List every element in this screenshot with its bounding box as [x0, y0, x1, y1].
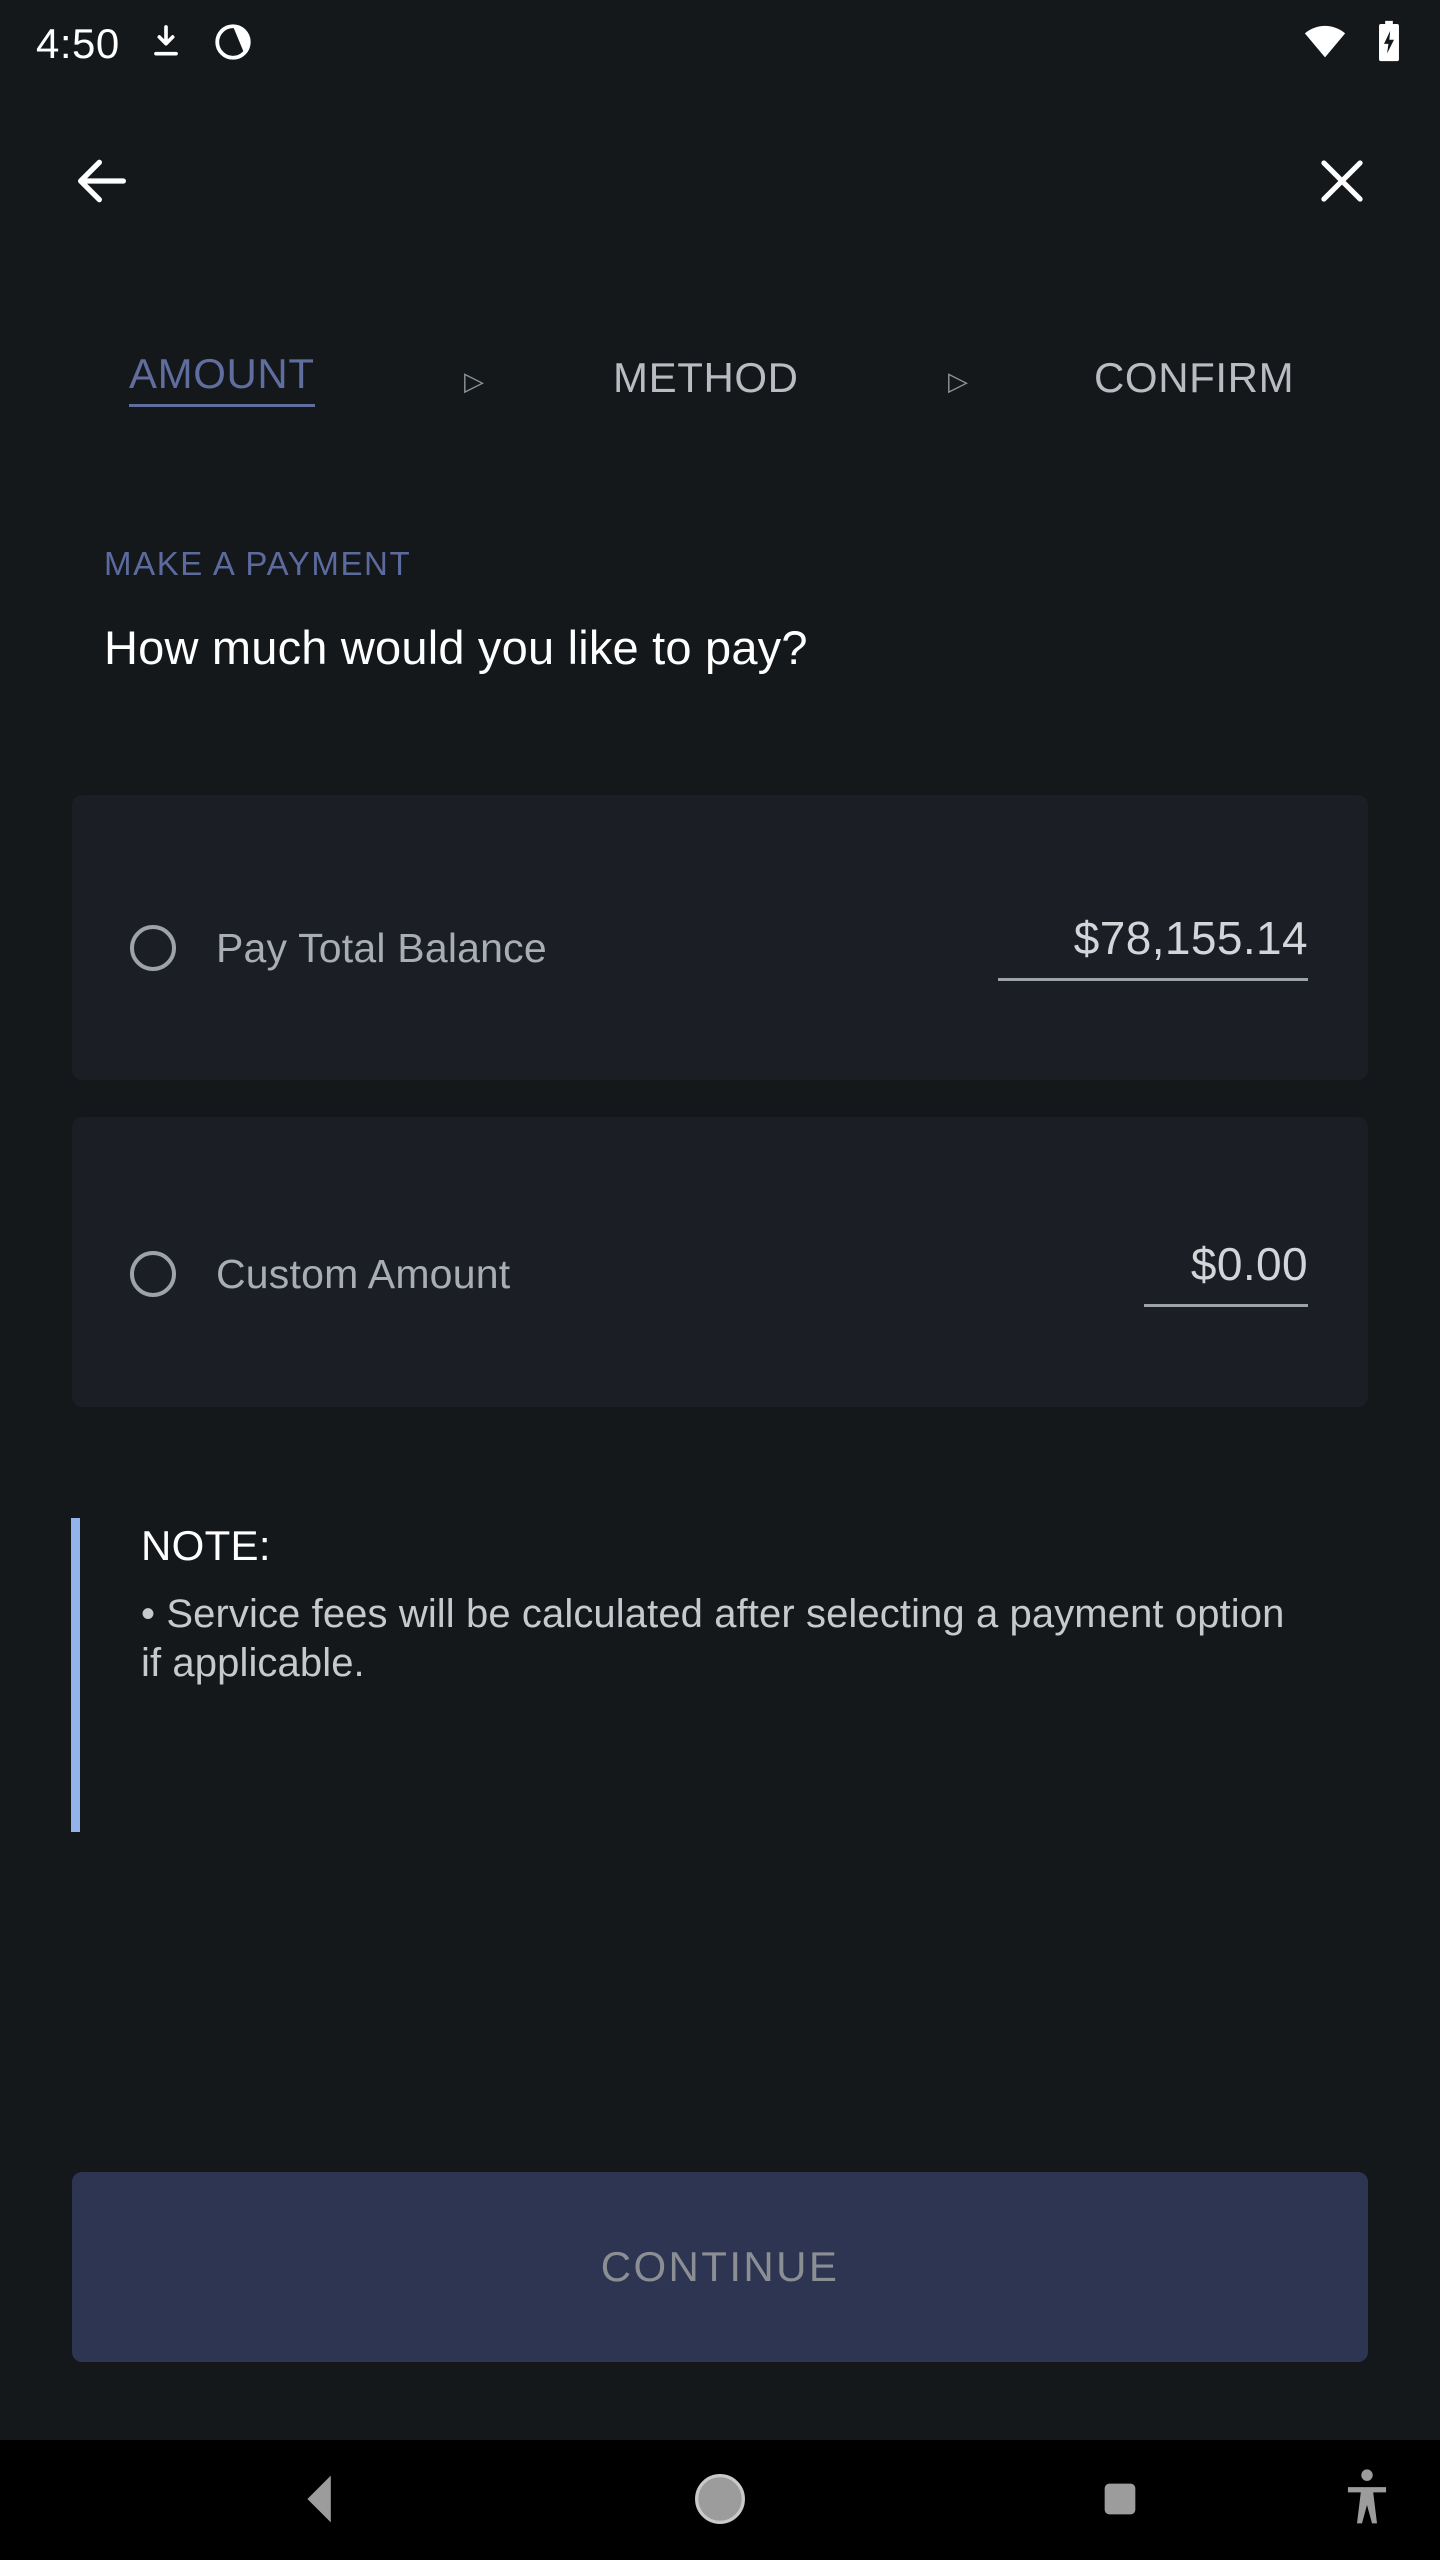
android-nav-bar: [0, 2440, 1440, 2560]
download-icon: [146, 22, 186, 67]
step-separator-icon: ▷: [948, 366, 968, 396]
step-separator-icon: ▷: [464, 366, 484, 396]
wifi-icon: [1302, 19, 1348, 70]
note-body: • Service fees will be calculated after …: [141, 1592, 1285, 1685]
nav-home-button[interactable]: [630, 2440, 810, 2560]
payment-stepper: AMOUNT ▷ METHOD ▷ CONFIRM: [0, 348, 1440, 418]
back-arrow-icon: [70, 149, 134, 216]
radio-pay-total-balance[interactable]: [130, 925, 176, 971]
status-bar: 4:50: [0, 0, 1440, 88]
step-confirm[interactable]: CONFIRM: [1094, 354, 1294, 402]
option-card-custom-amount[interactable]: Custom Amount $0.00: [72, 1117, 1368, 1407]
radio-custom-amount[interactable]: [130, 1251, 176, 1297]
step-amount[interactable]: AMOUNT: [129, 350, 315, 407]
nav-accessibility-icon: [1342, 2468, 1392, 2533]
do-not-disturb-icon: [212, 21, 254, 68]
amount-underline: [998, 977, 1308, 981]
page-title: How much would you like to pay?: [104, 621, 808, 674]
option-card-pay-total-balance[interactable]: Pay Total Balance $78,155.14: [72, 795, 1368, 1080]
nav-accessibility-button[interactable]: [1312, 2440, 1422, 2560]
amount-field-custom[interactable]: $0.00: [1144, 1241, 1308, 1307]
step-method[interactable]: METHOD: [613, 354, 799, 402]
app-screen: 4:50 AMOUNT ▷ METHOD ▷ CONFIRM MAKE A PA…: [0, 0, 1440, 2560]
option-row: Pay Total Balance $78,155.14: [72, 913, 1368, 983]
amount-field-total[interactable]: $78,155.14: [998, 915, 1308, 981]
nav-recents-button[interactable]: [1060, 2440, 1180, 2560]
status-bar-clock: 4:50: [36, 20, 120, 67]
nav-back-icon: [298, 2472, 342, 2529]
amount-underline: [1144, 1303, 1308, 1307]
option-row: Custom Amount $0.00: [72, 1239, 1368, 1309]
back-button[interactable]: [50, 130, 154, 234]
battery-charging-icon: [1374, 19, 1404, 70]
option-label: Pay Total Balance: [216, 924, 547, 971]
option-label: Custom Amount: [216, 1250, 511, 1297]
nav-recents-icon: [1097, 2476, 1143, 2525]
status-bar-left: 4:50: [36, 21, 254, 68]
continue-button[interactable]: CONTINUE: [72, 2172, 1368, 2362]
close-button[interactable]: [1290, 130, 1394, 234]
note-block: NOTE: • Service fees will be calculated …: [71, 1518, 1301, 1832]
amount-value: $0.00: [1190, 1238, 1308, 1291]
status-bar-right: [1302, 19, 1404, 70]
nav-home-icon: [692, 2471, 748, 2530]
section-eyebrow: MAKE A PAYMENT: [104, 545, 412, 582]
amount-value: $78,155.14: [1073, 912, 1308, 965]
app-bar: [0, 110, 1440, 250]
close-icon: [1311, 150, 1373, 215]
nav-back-button[interactable]: [230, 2440, 410, 2560]
note-title: NOTE:: [141, 1522, 271, 1569]
